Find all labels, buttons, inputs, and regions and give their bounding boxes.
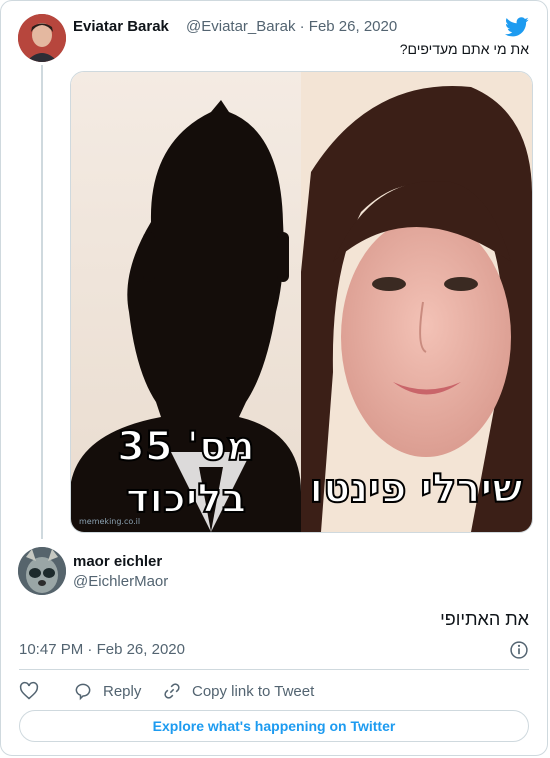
tweet-text: את מי אתם מעדיפים? <box>399 41 529 57</box>
separator-dot: · <box>87 641 93 658</box>
reply-button[interactable]: Reply <box>73 681 141 701</box>
copy-link-button[interactable]: Copy link to Tweet <box>162 681 314 701</box>
reply-icon <box>75 683 91 701</box>
tweet-date[interactable]: Feb 26, 2020 <box>309 18 397 35</box>
tweet-date[interactable]: Feb 26, 2020 <box>97 641 185 658</box>
author-handle[interactable]: @Eviatar_Barak <box>186 18 295 35</box>
meme-watermark: memeking.co.il <box>79 517 140 526</box>
avatar-maor[interactable] <box>18 547 66 595</box>
copy-link-label: Copy link to Tweet <box>192 682 315 700</box>
tweet-embed-card: Eviatar Barak @Eviatar_Barak · Feb 26, 2… <box>0 0 548 756</box>
meme-caption-left-1: מס' 35 <box>117 424 255 470</box>
meme-caption-left-2: בליכוד <box>126 476 246 522</box>
tweet-time[interactable]: 10:47 PM <box>19 641 83 658</box>
avatar-eviatar[interactable] <box>18 14 66 62</box>
explore-twitter-button[interactable]: Explore what's happening on Twitter <box>19 710 529 742</box>
reply-author-handle[interactable]: @EichlerMaor <box>73 573 168 590</box>
meme-image: מס' 35 בליכוד שירלי פינטו memeking.co.il <box>71 72 532 532</box>
like-button[interactable] <box>19 681 39 701</box>
divider <box>19 669 529 670</box>
heart-icon <box>19 681 39 700</box>
author-handle-date[interactable]: @Eviatar_Barak · Feb 26, 2020 <box>186 18 397 35</box>
link-icon <box>164 683 180 699</box>
meme-caption-right: שירלי פינטו <box>309 466 522 512</box>
thread-line <box>41 65 43 539</box>
tweet-media-image[interactable]: מס' 35 בליכוד שירלי פינטו memeking.co.il <box>70 71 533 533</box>
reply-label: Reply <box>103 682 142 700</box>
author-display-name[interactable]: Eviatar Barak <box>73 18 169 35</box>
reply-author-display-name[interactable]: maor eichler <box>73 553 162 570</box>
separator-dot: · <box>299 18 305 35</box>
reply-tweet-text: את האתיופי <box>440 609 529 629</box>
twitter-bird-icon[interactable] <box>505 15 529 39</box>
tweet-timestamp[interactable]: 10:47 PM · Feb 26, 2020 <box>19 641 185 658</box>
info-icon[interactable] <box>509 640 529 660</box>
